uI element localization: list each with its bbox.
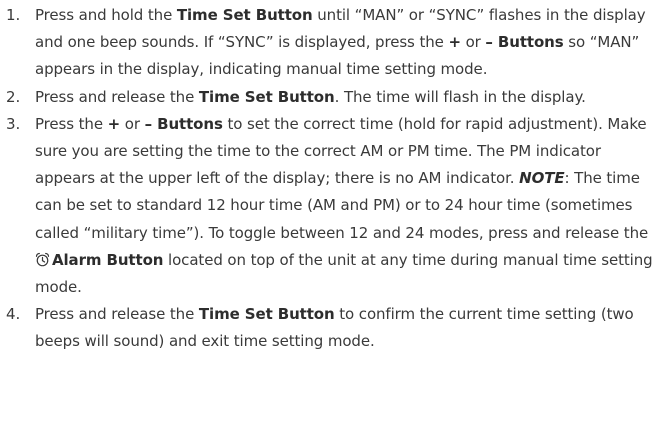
step-text: Press and release the xyxy=(35,305,199,324)
alarm-button-label: Alarm Button xyxy=(52,250,164,269)
step-item-1: 1. Press and hold the Time Set Button un… xyxy=(0,2,658,84)
note-label: NOTE xyxy=(519,169,565,188)
step-text: or xyxy=(120,114,145,133)
instruction-document: 1. Press and hold the Time Set Button un… xyxy=(0,0,658,440)
step-number: 4. xyxy=(6,305,21,324)
minus-buttons-label: – Buttons xyxy=(144,114,223,133)
step-number: 3. xyxy=(6,114,21,133)
step-number: 1. xyxy=(6,6,21,24)
step-text: Press and hold the xyxy=(35,6,177,24)
minus-buttons-label: – Buttons xyxy=(485,33,564,52)
time-set-button-label: Time Set Button xyxy=(198,87,335,106)
step-text: or xyxy=(460,33,486,52)
plus-button-label: + xyxy=(107,114,121,133)
step-text: . The time will flash in the display. xyxy=(334,87,586,106)
alarm-clock-icon xyxy=(35,249,50,267)
time-set-button-label: Time Set Button xyxy=(176,6,313,24)
steps-list: 1. Press and hold the Time Set Button un… xyxy=(0,2,658,356)
step-text: Press the xyxy=(35,114,108,133)
step-item-2: 2. Press and release the Time Set Button… xyxy=(0,84,658,111)
step-item-4: 4. Press and release the Time Set Button… xyxy=(0,301,658,355)
step-text: Press and release the xyxy=(35,87,199,106)
step-item-3: 3. Press the + or – Buttons to set the c… xyxy=(0,111,658,301)
step-number: 2. xyxy=(6,87,21,106)
plus-button-label: + xyxy=(448,33,461,52)
time-set-button-label: Time Set Button xyxy=(198,305,335,324)
